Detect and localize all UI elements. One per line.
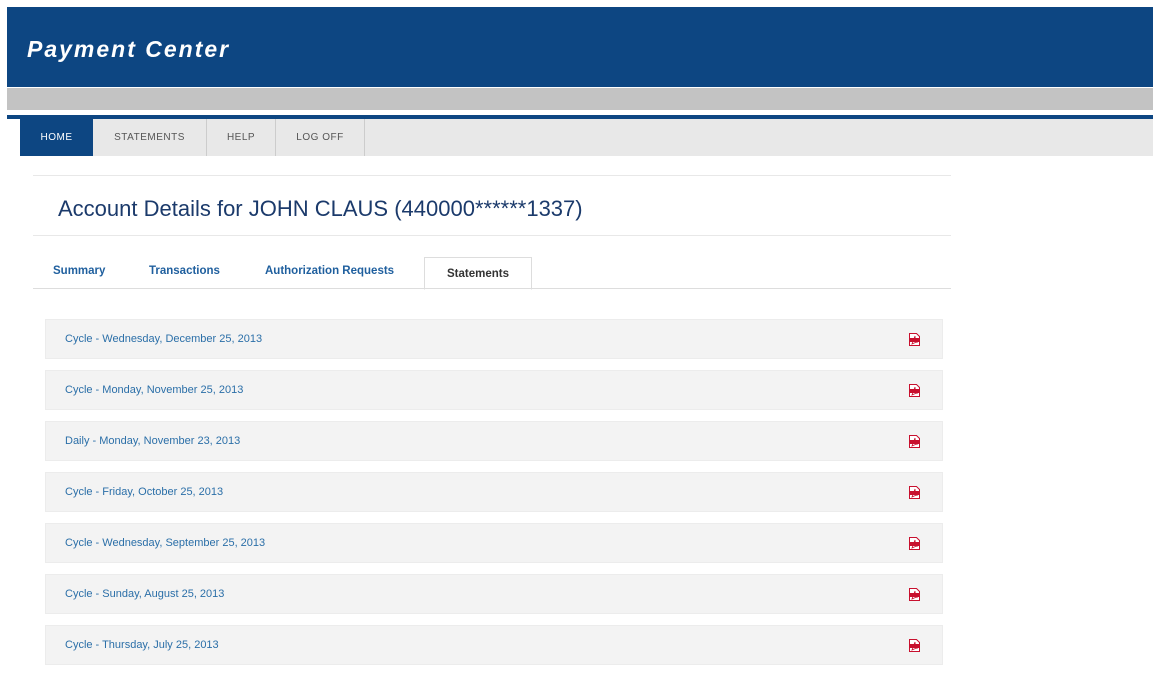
statement-row[interactable]: Cycle - Thursday, July 25, 2013 [45,625,943,665]
divider [33,175,951,176]
statement-row[interactable]: Cycle - Monday, November 25, 2013 [45,370,943,410]
pdf-icon[interactable] [909,639,920,652]
pdf-icon[interactable] [909,333,920,346]
statement-row[interactable]: Cycle - Wednesday, September 25, 2013 [45,523,943,563]
statement-row[interactable]: Cycle - Wednesday, December 25, 2013 [45,319,943,359]
tabs-baseline [33,288,951,289]
statement-list: Cycle - Wednesday, December 25, 2013 Cyc… [45,319,943,676]
pdf-icon[interactable] [909,537,920,550]
main-nav: HOME STATEMENTS HELP LOG OFF [20,119,1153,156]
statement-link[interactable]: Cycle - Wednesday, September 25, 2013 [65,537,265,549]
account-tabs: Summary Transactions Authorization Reque… [33,256,951,290]
statement-link[interactable]: Cycle - Sunday, August 25, 2013 [65,588,224,600]
statement-row[interactable]: Daily - Monday, November 23, 2013 [45,421,943,461]
tab-authorization-requests[interactable]: Authorization Requests [265,256,394,288]
pdf-icon[interactable] [909,384,920,397]
pdf-icon[interactable] [909,435,920,448]
statement-link[interactable]: Cycle - Thursday, July 25, 2013 [65,639,219,651]
statement-link[interactable]: Cycle - Wednesday, December 25, 2013 [65,333,262,345]
nav-home[interactable]: HOME [20,119,93,156]
page-title: Account Details for JOHN CLAUS (440000**… [58,196,583,221]
app-title: Payment Center [27,36,231,62]
statement-link[interactable]: Cycle - Monday, November 25, 2013 [65,384,243,396]
tab-statements[interactable]: Statements [424,257,532,290]
nav-log-off[interactable]: LOG OFF [276,119,365,156]
pdf-icon[interactable] [909,588,920,601]
statement-row[interactable]: Cycle - Sunday, August 25, 2013 [45,574,943,614]
statement-row[interactable]: Cycle - Friday, October 25, 2013 [45,472,943,512]
statement-link[interactable]: Daily - Monday, November 23, 2013 [65,435,240,447]
header-divider [7,88,1153,110]
tab-transactions[interactable]: Transactions [149,256,220,288]
statement-link[interactable]: Cycle - Friday, October 25, 2013 [65,486,223,498]
divider [33,235,951,236]
header-banner: Payment Center [7,7,1153,87]
nav-statements[interactable]: STATEMENTS [93,119,207,156]
pdf-icon[interactable] [909,486,920,499]
nav-help[interactable]: HELP [207,119,276,156]
tab-summary[interactable]: Summary [53,256,105,288]
